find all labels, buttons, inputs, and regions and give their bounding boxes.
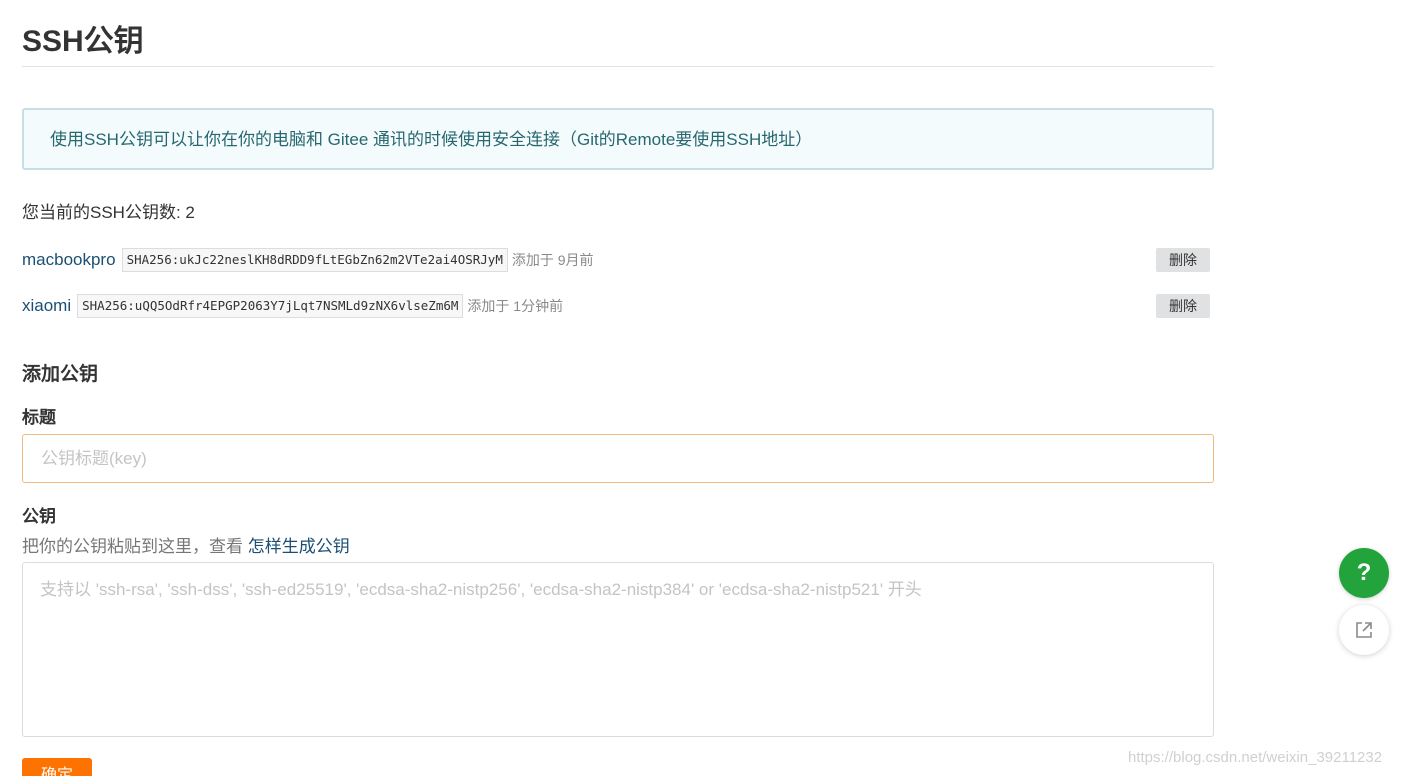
key-title-input[interactable] — [22, 434, 1214, 483]
page: SSH公钥 使用SSH公钥可以让你在你的电脑和 Gitee 通讯的时候使用安全连… — [0, 0, 1410, 776]
help-glyph: ? — [1356, 559, 1372, 586]
ssh-key-added-time: 添加于 9月前 — [511, 252, 594, 268]
delete-key-button[interactable]: 删除 — [1156, 294, 1210, 318]
ssh-key-count: 您当前的SSH公钥数: 2 — [22, 203, 195, 222]
how-to-generate-key-link[interactable]: 怎样生成公钥 — [248, 537, 350, 556]
watermark: https://blog.csdn.net/weixin_39211232 — [1128, 749, 1383, 766]
public-key-textarea[interactable] — [22, 562, 1214, 737]
add-key-heading: 添加公钥 — [22, 364, 99, 385]
ssh-key-row: xiaomi SHA256:uQQ5OdRfr4EPGP2063Y7jLqt7N… — [22, 293, 1212, 319]
title-field-label: 标题 — [22, 408, 56, 427]
info-message-text: 使用SSH公钥可以让你在你的电脑和 Gitee 通讯的时候使用安全连接（Git的… — [50, 130, 813, 149]
question-mark-icon[interactable]: ? — [1339, 548, 1389, 598]
delete-key-button[interactable]: 删除 — [1156, 248, 1210, 272]
key-field-label: 公钥 — [22, 507, 56, 526]
ssh-key-row: macbookpro SHA256:ukJc22neslKH8dRDD9fLtE… — [22, 247, 1212, 273]
ssh-key-added-time: 添加于 1分钟前 — [467, 298, 564, 314]
ssh-key-name-link[interactable]: xiaomi — [22, 293, 71, 319]
ssh-key-info: macbookpro SHA256:ukJc22neslKH8dRDD9fLtE… — [22, 247, 1212, 273]
ssh-key-fingerprint: SHA256:ukJc22neslKH8dRDD9fLtEGbZn62m2VTe… — [121, 248, 508, 272]
info-message-box: 使用SSH公钥可以让你在你的电脑和 Gitee 通讯的时候使用安全连接（Git的… — [22, 108, 1214, 170]
title-divider — [22, 66, 1214, 67]
key-hint: 把你的公钥粘贴到这里，查看 怎样生成公钥 — [22, 535, 350, 559]
ssh-key-name-link[interactable]: macbookpro — [22, 247, 116, 273]
share-arrow-icon — [1356, 622, 1372, 638]
page-title: SSH公钥 — [22, 25, 144, 58]
key-hint-text: 把你的公钥粘贴到这里，查看 — [22, 537, 243, 556]
submit-button[interactable]: 确定 — [22, 758, 92, 776]
ssh-key-info: xiaomi SHA256:uQQ5OdRfr4EPGP2063Y7jLqt7N… — [22, 293, 1212, 319]
external-share-icon[interactable] — [1339, 605, 1389, 655]
ssh-key-fingerprint: SHA256:uQQ5OdRfr4EPGP2063Y7jLqt7NSMLd9zN… — [77, 294, 464, 318]
